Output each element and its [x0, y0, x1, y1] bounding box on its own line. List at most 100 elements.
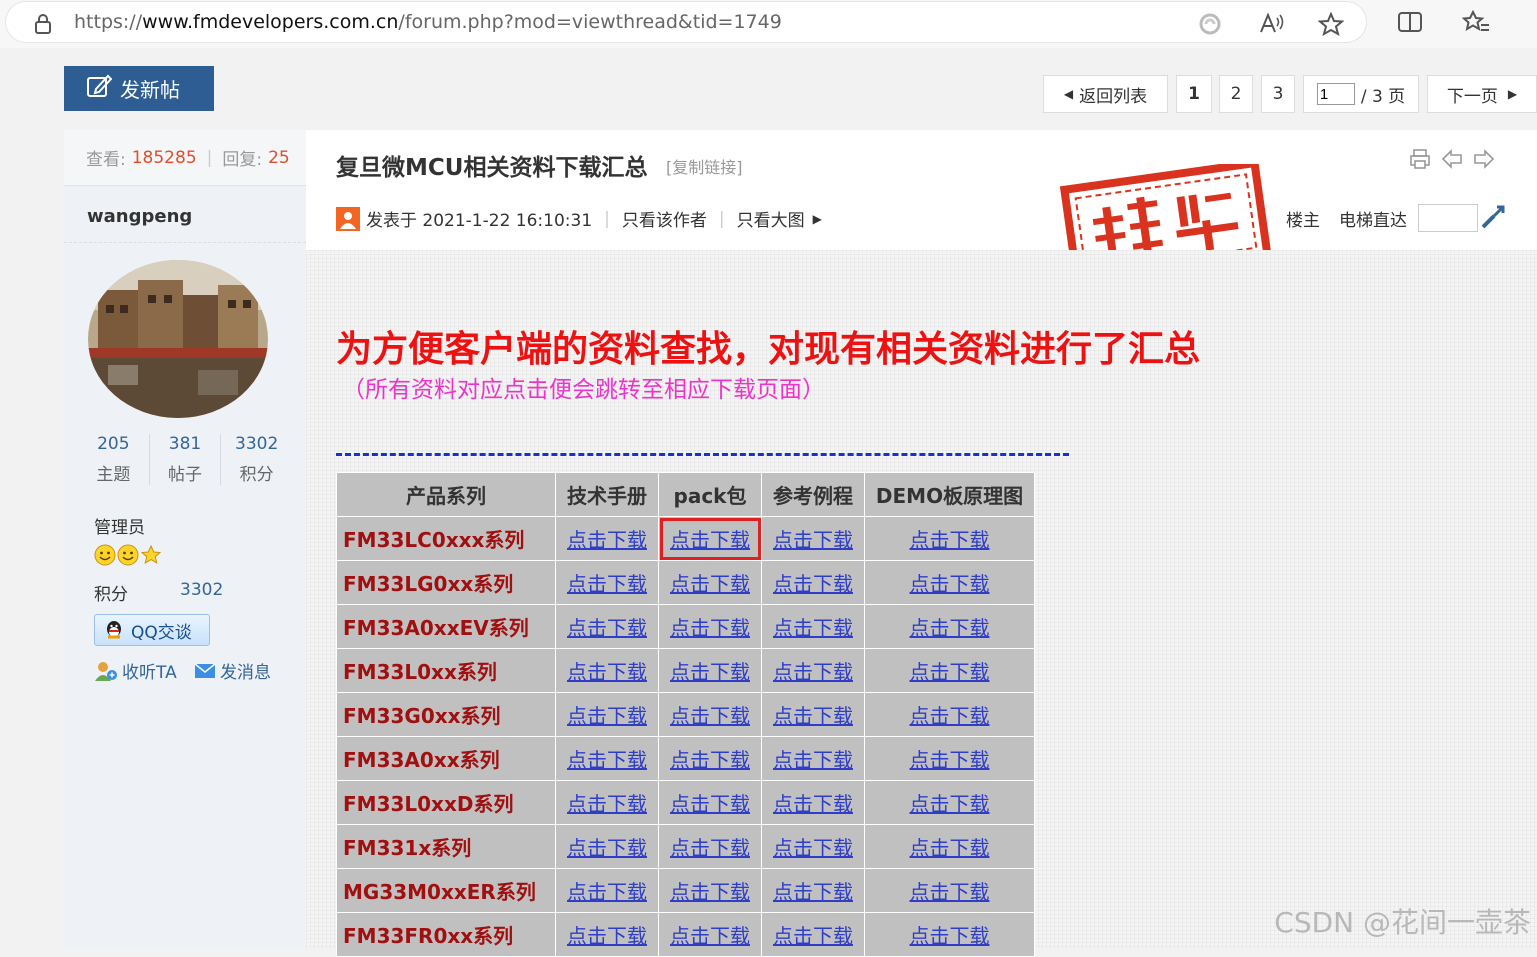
table-row: FM33A0xx系列 点击下载 点击下载 点击下载 点击下载 — [336, 736, 1035, 781]
download-link[interactable]: 点击下载 — [864, 736, 1035, 781]
read-aloud-icon[interactable] — [1258, 12, 1284, 36]
send-message-link[interactable]: 发消息 — [194, 658, 271, 683]
smiley-icon — [94, 544, 116, 566]
copy-link[interactable]: [复制链接] — [666, 154, 743, 178]
download-link[interactable]: 点击下载 — [555, 780, 659, 825]
page-2-link[interactable]: 2 — [1219, 75, 1253, 113]
author-role[interactable]: 管理员 — [94, 513, 145, 538]
score-row: 积分 3302 — [94, 580, 224, 605]
series-name: FM33L0xxD系列 — [336, 780, 556, 825]
download-link[interactable]: 点击下载 — [761, 780, 865, 825]
series-name: MG33M0xxER系列 — [336, 868, 556, 913]
download-link[interactable]: 点击下载 — [555, 516, 659, 561]
favorites-list-icon[interactable] — [1462, 10, 1490, 34]
series-name: FM33G0xx系列 — [336, 692, 556, 737]
download-link[interactable]: 点击下载 — [658, 692, 762, 737]
download-link[interactable]: 点击下载 — [761, 516, 865, 561]
star-icon — [140, 544, 162, 565]
download-link[interactable]: 点击下载 — [864, 516, 1035, 561]
author-name[interactable]: wangpeng — [87, 206, 192, 227]
replies-count: 25 — [268, 147, 290, 168]
browser-chrome: https://www.fmdevelopers.com.cn/forum.ph… — [0, 0, 1537, 48]
avatar[interactable] — [88, 260, 268, 418]
download-link[interactable]: 点击下载 — [761, 912, 865, 957]
download-link[interactable]: 点击下载 — [761, 604, 865, 649]
posts-stat[interactable]: 381 帖子 — [150, 434, 222, 485]
series-name: FM33L0xx系列 — [336, 648, 556, 693]
table-row: FM33L0xx系列 点击下载 点击下载 点击下载 点击下载 — [336, 648, 1035, 693]
download-link[interactable]: 点击下载 — [761, 692, 865, 737]
table-header: 产品系列 — [336, 472, 556, 517]
download-link[interactable]: 点击下载 — [555, 604, 659, 649]
download-link[interactable]: 点击下载 — [555, 824, 659, 869]
download-link[interactable]: 点击下载 — [658, 648, 762, 693]
table-row: FM33LC0xxx系列 点击下载 点击下载 点击下载 点击下载 — [336, 516, 1035, 561]
series-name: FM33LC0xxx系列 — [336, 516, 556, 561]
triangle-left-icon: ◀ — [1063, 87, 1074, 101]
split-screen-icon[interactable] — [1397, 10, 1423, 34]
download-link[interactable]: 点击下载 — [658, 824, 762, 869]
download-link[interactable]: 点击下载 — [761, 648, 865, 693]
download-link[interactable]: 点击下载 — [864, 780, 1035, 825]
download-link[interactable]: 点击下载 — [555, 692, 659, 737]
download-link[interactable]: 点击下载 — [658, 516, 762, 561]
qq-penguin-icon — [107, 621, 121, 639]
post-main: 复旦微MCU相关资料下载汇总 [复制链接] 发表于 2021-1-22 16:1… — [306, 130, 1537, 957]
only-large-image-link[interactable]: 只看大图 — [737, 206, 805, 231]
download-link[interactable]: 点击下载 — [658, 560, 762, 605]
download-link[interactable]: 点击下载 — [864, 648, 1035, 693]
next-thread-icon[interactable] — [1473, 148, 1495, 170]
refresh-icon[interactable] — [1198, 12, 1222, 36]
table-header: 技术手册 — [555, 472, 659, 517]
follow-link[interactable]: 收听TA — [94, 658, 177, 683]
thread-stats: 查看: 185285 | 回复: 25 — [64, 130, 306, 186]
url-text[interactable]: https://www.fmdevelopers.com.cn/forum.ph… — [74, 11, 782, 33]
download-link[interactable]: 点击下载 — [555, 736, 659, 781]
download-link[interactable]: 点击下载 — [658, 912, 762, 957]
table-row: FM33LG0xx系列 点击下载 点击下载 点击下载 点击下载 — [336, 560, 1035, 605]
download-link[interactable]: 点击下载 — [555, 648, 659, 693]
download-link[interactable]: 点击下载 — [658, 780, 762, 825]
download-link[interactable]: 点击下载 — [761, 560, 865, 605]
favorite-star-icon[interactable] — [1318, 12, 1344, 36]
download-link[interactable]: 点击下载 — [864, 912, 1035, 957]
page-3-link[interactable]: 3 — [1261, 75, 1295, 113]
download-link[interactable]: 点击下载 — [864, 868, 1035, 913]
series-name: FM33LG0xx系列 — [336, 560, 556, 605]
elevator-go-icon[interactable] — [1480, 204, 1506, 234]
download-link[interactable]: 点击下载 — [761, 868, 865, 913]
only-author-link[interactable]: 只看该作者 — [622, 206, 707, 231]
elevator-input[interactable] — [1418, 204, 1478, 232]
new-thread-button[interactable]: 发新帖 — [64, 66, 214, 111]
triangle-right-icon: ▶ — [1507, 87, 1518, 101]
download-link[interactable]: 点击下载 — [555, 868, 659, 913]
download-link[interactable]: 点击下载 — [864, 692, 1035, 737]
download-link[interactable]: 点击下载 — [658, 868, 762, 913]
user-avatar-icon — [336, 206, 360, 231]
series-name: FM33A0xx系列 — [336, 736, 556, 781]
download-link[interactable]: 点击下载 — [555, 560, 659, 605]
download-link[interactable]: 点击下载 — [555, 912, 659, 957]
qq-chat-button[interactable]: QQ交谈 — [94, 614, 210, 646]
points-stat[interactable]: 3302 积分 — [221, 434, 292, 485]
page-1-link[interactable]: 1 — [1176, 75, 1212, 113]
table-row: MG33M0xxER系列 点击下载 点击下载 点击下载 点击下载 — [336, 868, 1035, 913]
download-link[interactable]: 点击下载 — [864, 824, 1035, 869]
print-icon[interactable] — [1409, 148, 1431, 170]
address-bar[interactable]: https://www.fmdevelopers.com.cn/forum.ph… — [6, 2, 1366, 42]
thread-title: 复旦微MCU相关资料下载汇总 — [336, 155, 648, 181]
floor-label: 楼主 — [1286, 211, 1320, 231]
download-link[interactable]: 点击下载 — [658, 736, 762, 781]
next-page-button[interactable]: 下一页 ▶ — [1427, 75, 1537, 113]
download-link[interactable]: 点击下载 — [658, 604, 762, 649]
download-link[interactable]: 点击下载 — [864, 560, 1035, 605]
back-to-list-button[interactable]: ◀ 返回列表 — [1043, 75, 1168, 113]
download-link[interactable]: 点击下载 — [864, 604, 1035, 649]
lock-icon[interactable] — [34, 13, 52, 39]
download-link[interactable]: 点击下载 — [761, 736, 865, 781]
table-header: DEMO板原理图 — [864, 472, 1035, 517]
page-jump-input[interactable] — [1316, 83, 1355, 105]
download-link[interactable]: 点击下载 — [761, 824, 865, 869]
topics-stat[interactable]: 205 主题 — [78, 434, 150, 485]
prev-thread-icon[interactable] — [1441, 148, 1463, 170]
